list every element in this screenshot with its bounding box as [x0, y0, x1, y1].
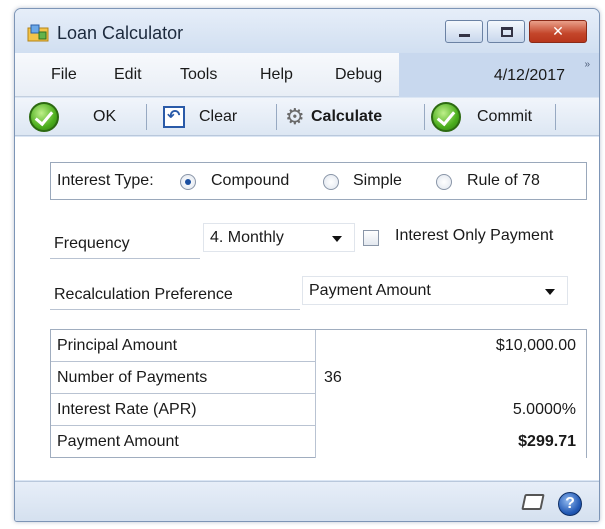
clear-button[interactable]: ↶ Clear — [153, 98, 265, 136]
frequency-dropdown[interactable]: 4. Monthly — [203, 223, 355, 252]
menu-edit[interactable]: Edit — [114, 66, 142, 84]
interest-rate-label: Interest Rate (APR) — [57, 401, 197, 418]
recalculation-label-cell: Recalculation Preference — [50, 278, 300, 310]
chevron-down-icon — [332, 236, 342, 242]
payment-amount-value: $299.71 — [518, 433, 576, 450]
recalculation-label: Recalculation Preference — [54, 286, 233, 303]
ok-button-label: OK — [93, 108, 117, 125]
maximize-button[interactable] — [487, 20, 525, 43]
loan-calculator-window: Loan Calculator ✕ File Edit Tools Help D… — [14, 8, 600, 522]
principal-amount-label: Principal Amount — [57, 337, 178, 354]
clear-undo-icon: ↶ — [163, 106, 185, 128]
title-bar: Loan Calculator ✕ — [15, 9, 599, 53]
interest-rate-field[interactable]: 5.0000% — [315, 394, 586, 426]
ok-checkmark-icon — [29, 102, 59, 132]
calculate-button[interactable]: ⚙ Calculate — [281, 98, 423, 136]
number-of-payments-field[interactable]: 36 — [315, 362, 586, 394]
menu-tools[interactable]: Tools — [180, 66, 217, 84]
frequency-value: 4. Monthly — [210, 229, 284, 246]
loan-fields-table: Principal Amount $10,000.00 Number of Pa… — [50, 329, 587, 458]
chevron-down-icon — [545, 289, 555, 295]
menu-help[interactable]: Help — [260, 66, 293, 84]
menu-debug[interactable]: Debug — [335, 66, 382, 84]
commit-button-label: Commit — [477, 108, 533, 125]
menu-overflow-chevron-icon[interactable]: » — [584, 59, 589, 70]
principal-amount-field[interactable]: $10,000.00 — [315, 330, 586, 362]
recalculation-dropdown[interactable]: Payment Amount — [302, 276, 568, 305]
toolbar-separator — [424, 104, 425, 130]
minimize-icon — [459, 34, 470, 37]
radio-rule-of-78[interactable] — [436, 174, 452, 190]
clear-button-label: Clear — [199, 108, 238, 125]
radio-compound[interactable] — [180, 174, 196, 190]
close-button[interactable]: ✕ — [529, 20, 587, 43]
interest-rate-row: Interest Rate (APR) 5.0000% — [51, 394, 586, 426]
frequency-label-cell: Frequency — [50, 227, 200, 259]
frequency-label: Frequency — [54, 235, 130, 252]
commit-button[interactable]: Commit — [427, 98, 551, 136]
interest-type-label: Interest Type: — [57, 172, 154, 189]
calculate-button-label: Calculate — [311, 108, 383, 125]
close-icon: ✕ — [552, 23, 564, 39]
number-of-payments-label: Number of Payments — [57, 369, 208, 386]
ok-button[interactable]: OK — [27, 98, 135, 136]
window-title: Loan Calculator — [57, 23, 184, 43]
radio-simple-label[interactable]: Simple — [353, 172, 402, 190]
maximize-icon — [501, 27, 513, 37]
loan-calculator-app-icon — [27, 24, 49, 42]
toolbar-separator — [276, 104, 277, 130]
note-icon[interactable] — [521, 494, 545, 510]
number-of-payments-value: 36 — [324, 369, 342, 386]
minimize-button[interactable] — [445, 20, 483, 43]
radio-simple[interactable] — [323, 174, 339, 190]
interest-only-checkbox[interactable] — [363, 230, 379, 246]
user-date[interactable]: 4/12/2017 — [494, 67, 565, 85]
interest-only-label[interactable]: Interest Only Payment — [395, 227, 553, 245]
interest-type-group: Interest Type: Compound Simple Rule of 7… — [50, 162, 587, 200]
principal-amount-row: Principal Amount $10,000.00 — [51, 330, 586, 362]
menu-bar: File Edit Tools Help Debug 4/12/2017 » — [15, 53, 599, 97]
number-of-payments-row: Number of Payments 36 — [51, 362, 586, 394]
status-bar: ? — [15, 481, 599, 521]
radio-compound-label[interactable]: Compound — [211, 172, 289, 190]
interest-rate-value: 5.0000% — [512, 401, 576, 418]
user-date-area[interactable]: 4/12/2017 » — [399, 53, 599, 97]
toolbar-separator — [146, 104, 147, 130]
payment-amount-row: Payment Amount $299.71 — [51, 426, 586, 458]
commit-checkmark-icon — [431, 102, 461, 132]
help-icon[interactable]: ? — [558, 492, 582, 516]
principal-amount-value: $10,000.00 — [495, 337, 576, 354]
recalculation-value: Payment Amount — [309, 282, 431, 299]
gear-icon: ⚙ — [285, 104, 305, 129]
payment-amount-field[interactable]: $299.71 — [315, 426, 586, 458]
action-toolbar: OK ↶ Clear ⚙ Calculate Commit — [15, 98, 599, 136]
menu-file[interactable]: File — [51, 66, 77, 84]
toolbar-separator — [555, 104, 556, 130]
radio-rule-of-78-label[interactable]: Rule of 78 — [467, 172, 540, 190]
payment-amount-label: Payment Amount — [57, 433, 179, 450]
